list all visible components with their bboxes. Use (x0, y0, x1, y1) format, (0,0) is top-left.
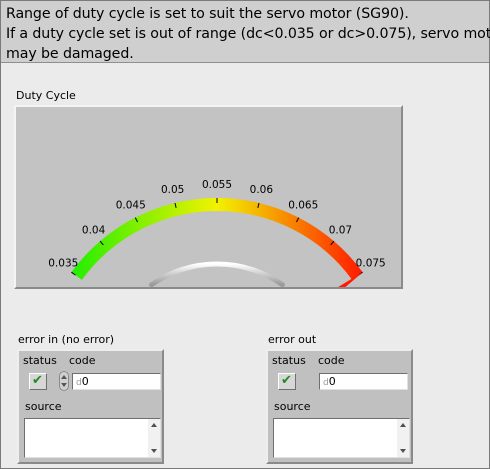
gauge-tick-label: 0.04 (82, 225, 106, 237)
scroll-up-icon[interactable] (151, 423, 157, 427)
scroll-down-icon[interactable] (151, 449, 157, 453)
scroll-down-icon[interactable] (400, 449, 406, 453)
error-out-status-indicator: ✔ (278, 373, 296, 390)
error-in-code-label: code (69, 354, 96, 367)
checkmark-icon: ✔ (281, 373, 292, 388)
description-line-1: Range of duty cycle is set to suit the s… (6, 6, 409, 22)
scroll-up-icon[interactable] (400, 423, 406, 427)
source-scrollbar[interactable] (148, 419, 160, 457)
error-in-title: error in (no error) (18, 333, 115, 346)
error-out-code-label: code (318, 354, 345, 367)
error-in-source-label: source (25, 400, 62, 413)
gauge-label: Duty Cycle (16, 89, 76, 102)
gauge-dial: 0.035 0.04 0.045 0.05 0.055 0.06 0.065 0.07 0.07… (48, 179, 386, 287)
error-in-status-label: status (23, 354, 57, 367)
description-line-2: If a duty cycle set is out of range (dc<… (6, 26, 490, 42)
error-in-cluster: status code ✔ d0 source (17, 349, 164, 464)
checkmark-icon: ✔ (32, 373, 43, 388)
description-line-3: may be damaged. (6, 46, 134, 62)
error-out-source-field (273, 418, 410, 458)
gauge-tick-label: 0.05 (161, 184, 184, 196)
gauge-tick-label: 0.065 (288, 200, 318, 212)
error-out-code-field: d0 (319, 373, 408, 390)
gauge-hub-arc (149, 261, 285, 287)
gauge-tick-label: 0.055 (202, 179, 232, 191)
gauge-tick-label: 0.07 (329, 225, 352, 237)
stepper-down-icon (61, 383, 67, 387)
source-scrollbar[interactable] (397, 419, 409, 457)
error-out-cluster: status code ✔ d0 source (266, 349, 413, 464)
error-in-status-indicator[interactable]: ✔ (29, 373, 47, 390)
duty-cycle-gauge[interactable]: 0.035 0.04 0.045 0.05 0.055 0.06 0.065 0.07 0.07… (14, 105, 403, 289)
error-in-source-field[interactable] (24, 418, 161, 458)
error-in-code-field[interactable]: d0 (72, 373, 161, 390)
error-in-code-stepper[interactable] (59, 371, 69, 391)
error-out-status-label: status (272, 354, 306, 367)
gauge-tick-label: 0.045 (116, 200, 146, 212)
error-in-code-value: 0 (81, 375, 89, 388)
gauge-tick-label: 0.035 (48, 257, 78, 269)
error-out-source-label: source (274, 400, 311, 413)
gauge-ticks: 0.035 0.04 0.045 0.05 0.055 0.06 0.065 0.07 0.07… (48, 179, 386, 276)
gauge-tick-label: 0.06 (250, 184, 274, 196)
gauge-tick-label: 0.075 (356, 257, 386, 269)
description-banner: Range of duty cycle is set to suit the s… (1, 1, 490, 63)
error-out-code-value: 0 (328, 375, 336, 388)
error-out-title: error out (268, 333, 317, 346)
stepper-up-icon (61, 375, 67, 379)
